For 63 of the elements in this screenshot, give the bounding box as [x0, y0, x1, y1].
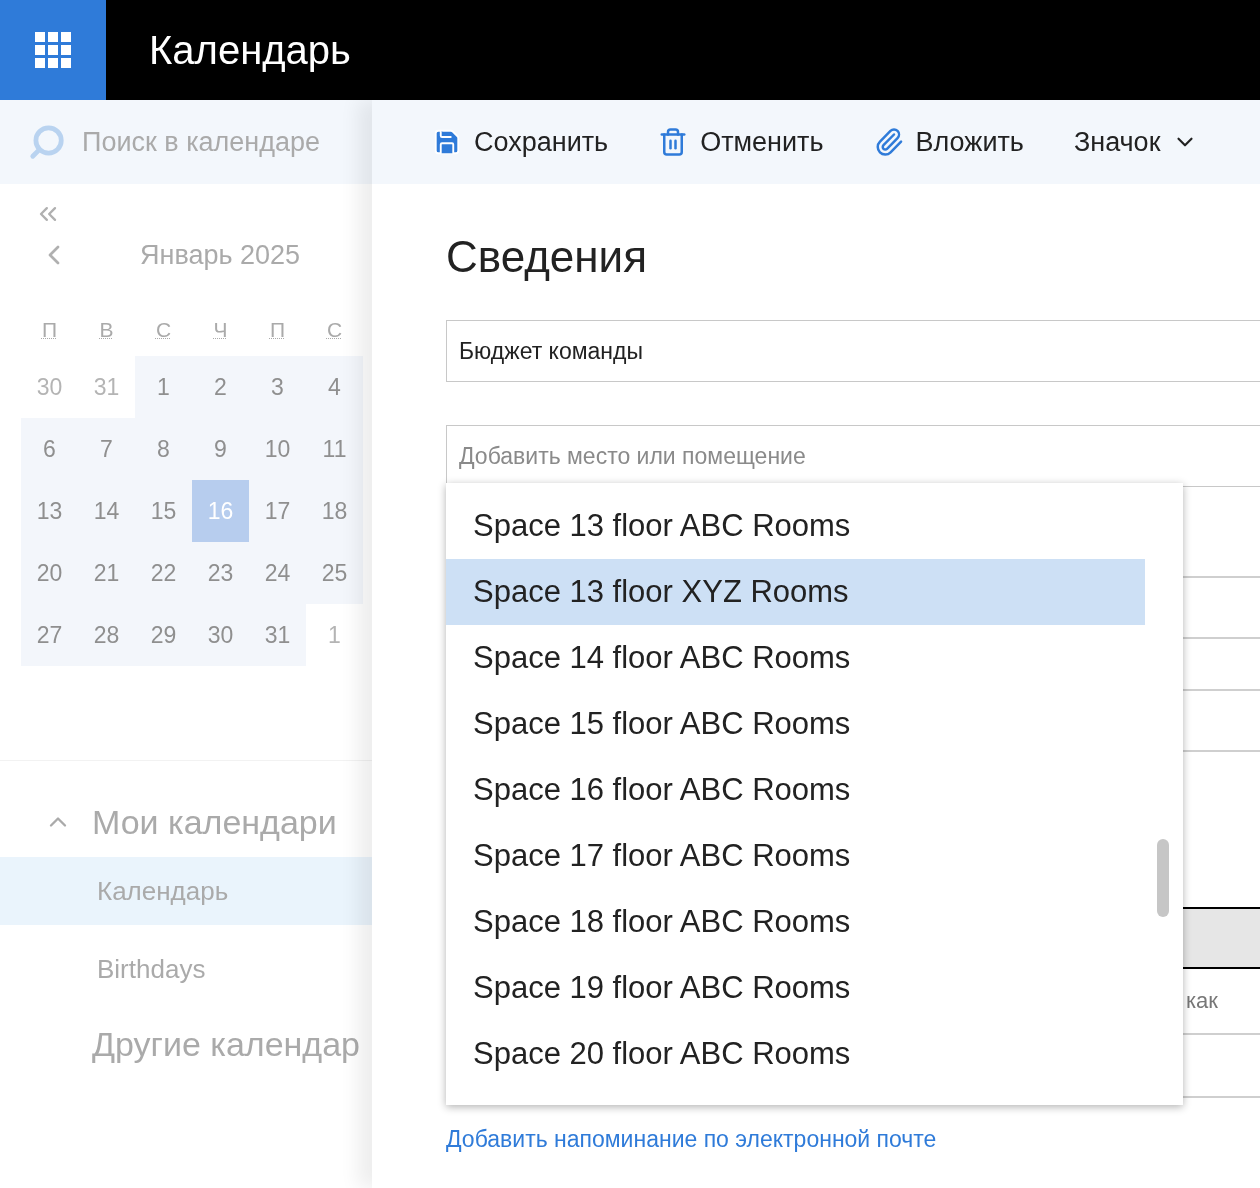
- calendar-day[interactable]: 16: [192, 480, 249, 542]
- save-icon: [432, 127, 462, 157]
- weekday-label: П: [268, 317, 287, 343]
- calendar-day[interactable]: 7: [78, 418, 135, 480]
- calendar-day[interactable]: 11: [306, 418, 363, 480]
- dropdown-button[interactable]: Значок: [1073, 126, 1199, 158]
- room-option[interactable]: Space 13 floor XYZ Rooms: [446, 559, 1145, 625]
- calendar-day[interactable]: 27: [21, 604, 78, 666]
- calendar-day[interactable]: 21: [78, 542, 135, 604]
- calendar-day[interactable]: 28: [78, 604, 135, 666]
- calendar-day[interactable]: 30: [192, 604, 249, 666]
- toolbar-button[interactable]: Вложить: [873, 126, 1024, 158]
- grid-icon: [35, 32, 71, 68]
- calendar-day[interactable]: 22: [135, 542, 192, 604]
- month-label: Январь 2025: [140, 239, 301, 271]
- calendar-day[interactable]: 15: [135, 480, 192, 542]
- app-title: Календарь: [148, 27, 351, 73]
- room-option[interactable]: Space 13 floor ABC Rooms: [446, 493, 1145, 559]
- calendar-day[interactable]: 2: [192, 356, 249, 418]
- toolbar-button[interactable]: Сохранить: [432, 126, 609, 158]
- calendar-day[interactable]: 18: [306, 480, 363, 542]
- weekday-label: С: [325, 317, 344, 343]
- calendar-day[interactable]: 14: [78, 480, 135, 542]
- calendar-day[interactable]: 6: [21, 418, 78, 480]
- calendar-day[interactable]: 9: [192, 418, 249, 480]
- room-option[interactable]: Space 19 floor ABC Rooms: [446, 955, 1145, 1021]
- title-field[interactable]: Бюджет команды: [446, 320, 1260, 382]
- other-calendars-header[interactable]: Другие календар: [0, 1003, 372, 1064]
- calendar-day[interactable]: 3: [249, 356, 306, 418]
- calendar-day[interactable]: 24: [249, 542, 306, 604]
- room-option[interactable]: Space 20 floor ABC Rooms: [446, 1021, 1145, 1087]
- partial-text: как: [1186, 988, 1218, 1014]
- location-field[interactable]: Добавить место или помещение: [446, 425, 1260, 487]
- room-option[interactable]: Space 14 floor ABC Rooms: [446, 625, 1145, 691]
- weekday-label: В: [98, 317, 115, 343]
- calendar-day[interactable]: 17: [249, 480, 306, 542]
- calendar-day[interactable]: 1: [135, 356, 192, 418]
- toolbar-button[interactable]: Отменить: [658, 126, 824, 158]
- calendar-day[interactable]: 29: [135, 604, 192, 666]
- calendar-day[interactable]: 4: [306, 356, 363, 418]
- room-option[interactable]: Space 16 floor ABC Rooms: [446, 757, 1145, 823]
- email-reminder-link[interactable]: Добавить напоминание по электронной почте: [446, 1126, 1260, 1153]
- room-option[interactable]: Space 17 floor ABC Rooms: [446, 823, 1145, 889]
- calendar-list-item[interactable]: Birthdays: [0, 935, 372, 1003]
- calendar-list-item[interactable]: Календарь: [0, 857, 372, 925]
- weekday-label: П: [40, 317, 59, 343]
- calendar-day[interactable]: 31: [249, 604, 306, 666]
- my-calendars-header[interactable]: Мои календари: [0, 761, 372, 857]
- calendar-day[interactable]: 10: [249, 418, 306, 480]
- weekday-label: Ч: [212, 317, 229, 343]
- section-heading: Сведения: [446, 232, 648, 283]
- scrollbar-thumb[interactable]: [1157, 839, 1169, 917]
- room-option[interactable]: Space 15 floor ABC Rooms: [446, 691, 1145, 757]
- search-icon: [28, 123, 66, 161]
- calendar-day[interactable]: 23: [192, 542, 249, 604]
- calendar-day[interactable]: 25: [306, 542, 363, 604]
- calendar-day[interactable]: 13: [21, 480, 78, 542]
- search-field[interactable]: Поиск в календаре: [0, 100, 372, 184]
- app-launcher-button[interactable]: [0, 0, 106, 100]
- calendar-day[interactable]: 20: [21, 542, 78, 604]
- calendar-day[interactable]: 8: [135, 418, 192, 480]
- weekday-label: С: [154, 317, 173, 343]
- room-option[interactable]: Space 18 floor ABC Rooms: [446, 889, 1145, 955]
